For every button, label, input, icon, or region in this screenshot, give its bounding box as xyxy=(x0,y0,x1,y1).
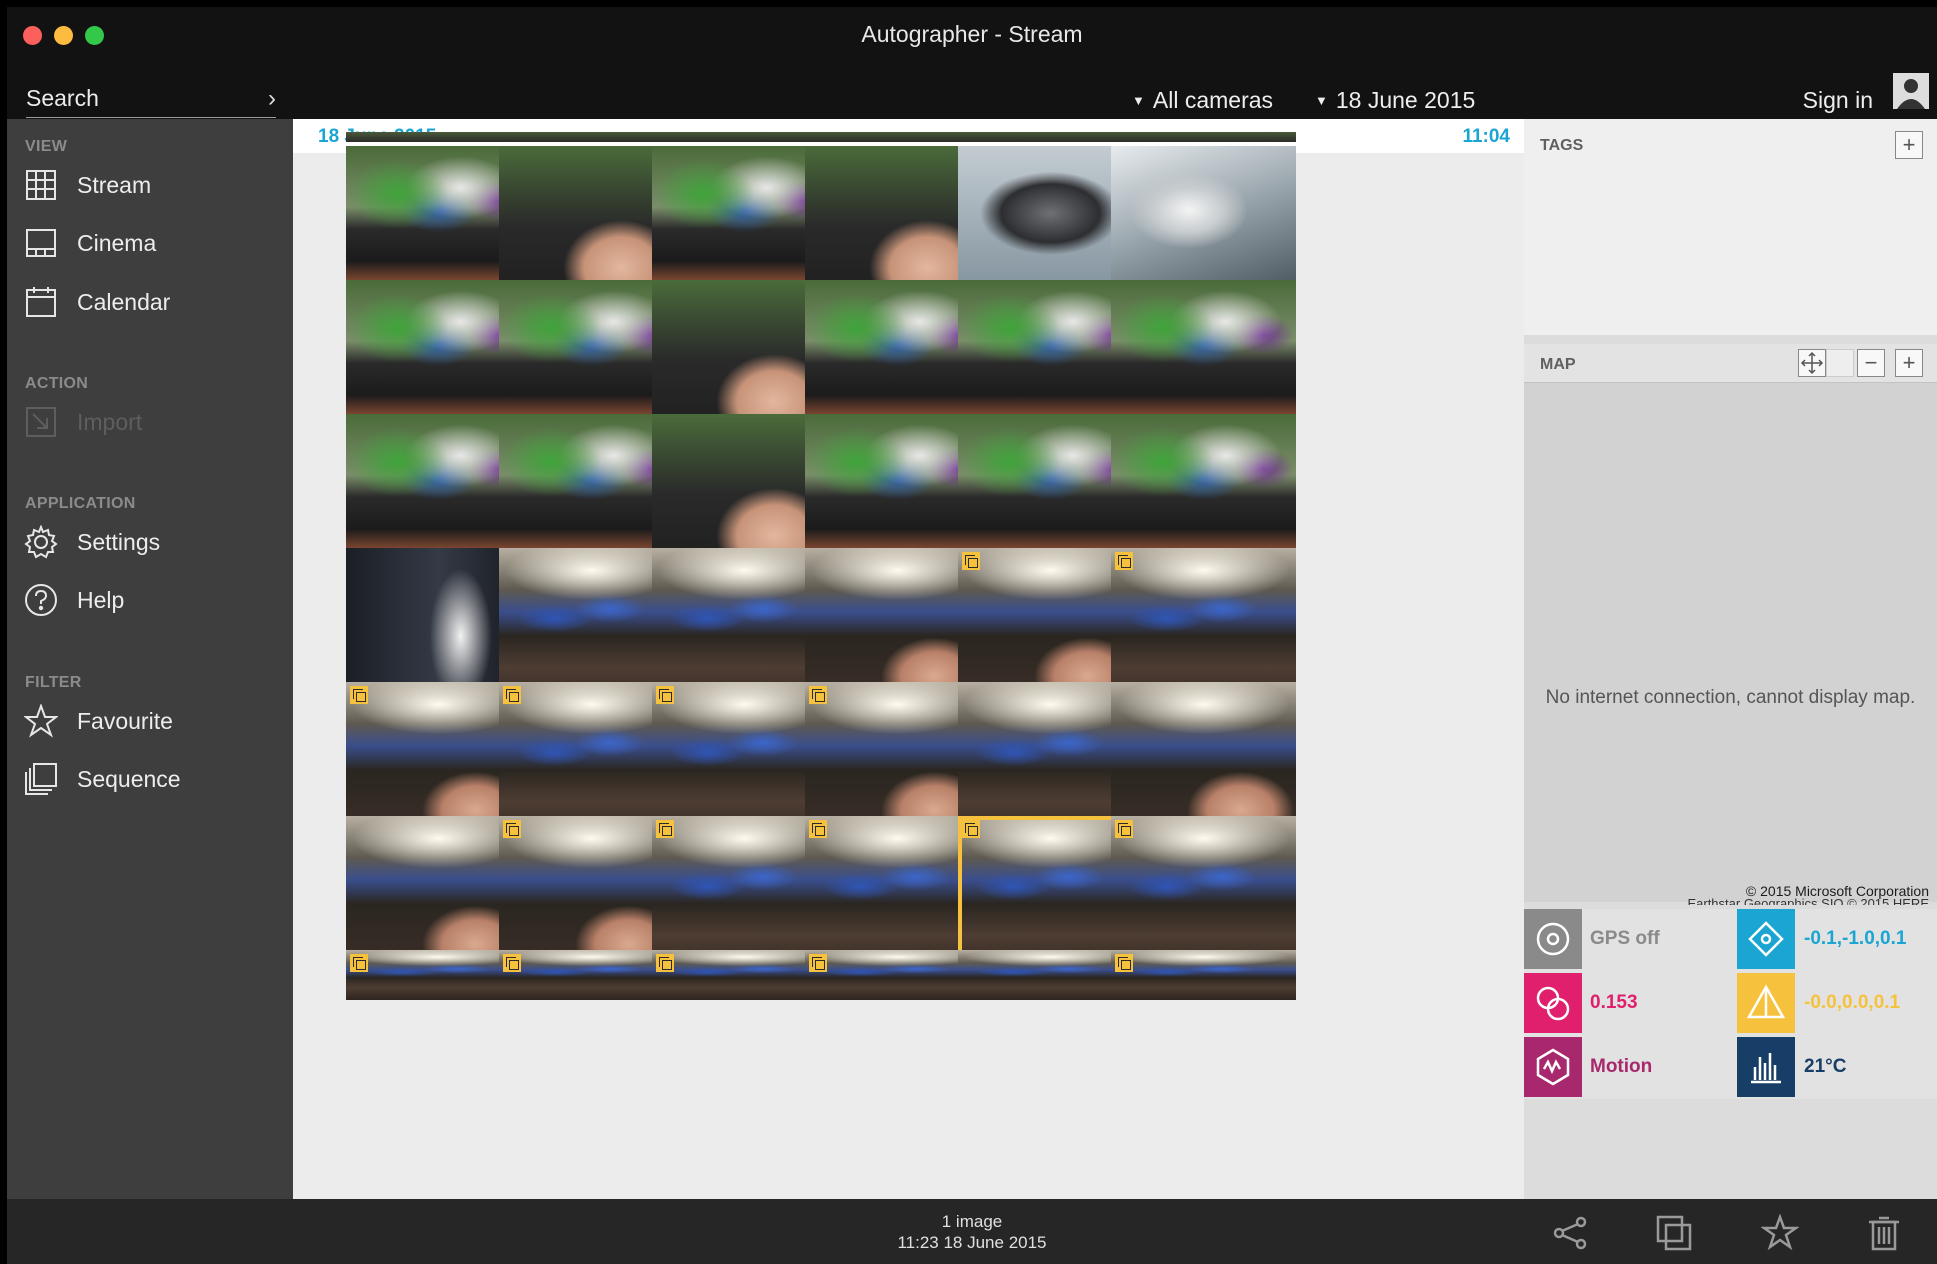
tags-title: TAGS xyxy=(1540,137,1584,154)
sidebar-item-label: Help xyxy=(77,586,125,613)
duplicate-icon[interactable] xyxy=(1654,1213,1694,1253)
sidebar-item-import[interactable]: Import xyxy=(23,402,142,442)
photo-thumbnail[interactable] xyxy=(1111,132,1296,142)
caret-down-icon: ▼ xyxy=(1315,93,1328,108)
sequence-badge-icon xyxy=(1115,954,1133,972)
sidebar-item-label: Calendar xyxy=(77,288,171,315)
photo-thumbnail[interactable] xyxy=(1111,950,1296,1000)
temperature-icon xyxy=(1737,1037,1795,1097)
sidebar-item-calendar[interactable]: Calendar xyxy=(23,282,170,322)
stream-time[interactable]: 11:04 xyxy=(1462,126,1510,148)
avatar-icon[interactable] xyxy=(1893,73,1929,109)
magnetometer-icon xyxy=(1737,973,1795,1033)
share-icon[interactable] xyxy=(1550,1213,1590,1253)
sidebar: VIEW Stream Cinema Calendar ACTION Impor… xyxy=(7,119,293,1199)
date-filter-label: 18 June 2015 xyxy=(1335,87,1476,113)
sign-in-link[interactable]: Sign in xyxy=(1803,87,1873,114)
sensor-row: Motion 21°C xyxy=(1524,1037,1937,1097)
zoom-in-button[interactable]: + xyxy=(1895,349,1923,377)
title-bar: Autographer - Stream › ▼ All cameras ▼ 1… xyxy=(7,7,1937,119)
import-icon xyxy=(23,404,59,440)
camera-filter-dropdown[interactable]: ▼ All cameras xyxy=(1132,87,1273,114)
sidebar-item-settings[interactable]: Settings xyxy=(23,522,160,562)
sidebar-item-cinema[interactable]: Cinema xyxy=(23,223,156,263)
motion-value: Motion xyxy=(1590,1056,1653,1077)
sensor-row: GPS off -0.1,-1.0,0.1 xyxy=(1524,909,1937,969)
sidebar-item-stream[interactable]: Stream xyxy=(23,165,151,205)
temperature-value: 21°C xyxy=(1804,1056,1847,1077)
star-icon xyxy=(23,703,59,739)
sequence-badge-icon xyxy=(656,686,674,704)
stream-view: 18 June 2015 11:04 xyxy=(293,119,1524,1199)
sequence-badge-icon xyxy=(962,820,980,838)
sequence-badge-icon xyxy=(809,954,827,972)
date-filter-dropdown[interactable]: ▼ 18 June 2015 xyxy=(1315,87,1475,114)
filter-heading: FILTER xyxy=(25,674,82,691)
add-tag-button[interactable]: + xyxy=(1895,131,1923,159)
map-error-message: No internet connection, cannot display m… xyxy=(1545,687,1916,708)
zoom-out-button[interactable]: − xyxy=(1857,349,1885,377)
sensor-readings: GPS off -0.1,-1.0,0.1 0.153 -0.0,0.0,0.1 xyxy=(1524,909,1937,1099)
sequence-badge-icon xyxy=(350,954,368,972)
sequence-badge-icon xyxy=(809,820,827,838)
sequence-badge-icon xyxy=(503,686,521,704)
window-title: Autographer - Stream xyxy=(861,21,1083,47)
sidebar-item-label: Settings xyxy=(77,528,161,555)
help-icon xyxy=(23,582,59,618)
gps-icon xyxy=(1524,909,1582,969)
light-sensor-value: 0.153 xyxy=(1590,992,1638,1013)
sidebar-item-label: Sequence xyxy=(77,765,181,792)
trash-icon[interactable] xyxy=(1864,1213,1904,1253)
sidebar-item-label: Favourite xyxy=(77,707,173,734)
sequence-badge-icon xyxy=(656,820,674,838)
sequence-badge-icon xyxy=(350,686,368,704)
view-heading: VIEW xyxy=(25,138,68,155)
application-heading: APPLICATION xyxy=(25,495,136,512)
light-sensor-icon xyxy=(1524,973,1582,1033)
star-icon[interactable] xyxy=(1760,1213,1800,1253)
sequence-badge-icon xyxy=(809,686,827,704)
accelerometer-value: -0.1,-1.0,0.1 xyxy=(1804,928,1907,949)
tags-section: TAGS + xyxy=(1524,119,1937,335)
sidebar-item-label: Stream xyxy=(77,171,152,198)
motion-icon xyxy=(1524,1037,1582,1097)
sequence-badge-icon xyxy=(503,820,521,838)
calendar-icon xyxy=(23,284,59,320)
sidebar-item-label: Cinema xyxy=(77,229,157,256)
search-input[interactable] xyxy=(26,85,246,112)
sequence-badge-icon xyxy=(962,552,980,570)
cinema-icon xyxy=(23,225,59,261)
grid-icon xyxy=(23,167,59,203)
sequence-badge-icon xyxy=(1115,820,1133,838)
app-window: Autographer - Stream › ▼ All cameras ▼ 1… xyxy=(7,7,1937,1264)
sidebar-item-sequence[interactable]: Sequence xyxy=(23,759,181,799)
sequence-icon xyxy=(23,761,59,797)
move-map-icon[interactable] xyxy=(1798,349,1826,377)
gear-icon xyxy=(23,524,59,560)
sequence-badge-icon xyxy=(503,954,521,972)
selection-count: 1 image xyxy=(941,1212,1003,1231)
map-copyright-secondary: Earthstar Geographics SIO © 2015 HERE xyxy=(1687,897,1929,905)
map-header: MAP − + xyxy=(1524,344,1937,383)
sidebar-item-favourite[interactable]: Favourite xyxy=(23,701,173,741)
map-layers-icon[interactable] xyxy=(1826,349,1854,377)
action-heading: ACTION xyxy=(25,375,89,392)
sensor-row: 0.153 -0.0,0.0,0.1 xyxy=(1524,973,1937,1033)
details-panel: TAGS + MAP − + No internet connection, c… xyxy=(1524,119,1937,1199)
magnetometer-value: -0.0,0.0,0.1 xyxy=(1804,992,1901,1013)
selection-timestamp: 11:23 18 June 2015 xyxy=(897,1233,1047,1252)
search-go-icon[interactable]: › xyxy=(268,85,276,113)
sequence-badge-icon xyxy=(1115,552,1133,570)
sidebar-item-label: Import xyxy=(77,408,143,435)
camera-filter-label: All cameras xyxy=(1152,87,1274,113)
status-bar: 1 image 11:23 18 June 2015 xyxy=(7,1199,1937,1264)
search-box: › xyxy=(26,85,276,118)
map-title: MAP xyxy=(1540,356,1576,373)
map-section: MAP − + No internet connection, cannot d… xyxy=(1524,344,1937,902)
sequence-badge-icon xyxy=(656,954,674,972)
gps-status: GPS off xyxy=(1590,928,1660,949)
accelerometer-icon xyxy=(1737,909,1795,969)
sidebar-item-help[interactable]: Help xyxy=(23,580,124,620)
caret-down-icon: ▼ xyxy=(1132,93,1145,108)
